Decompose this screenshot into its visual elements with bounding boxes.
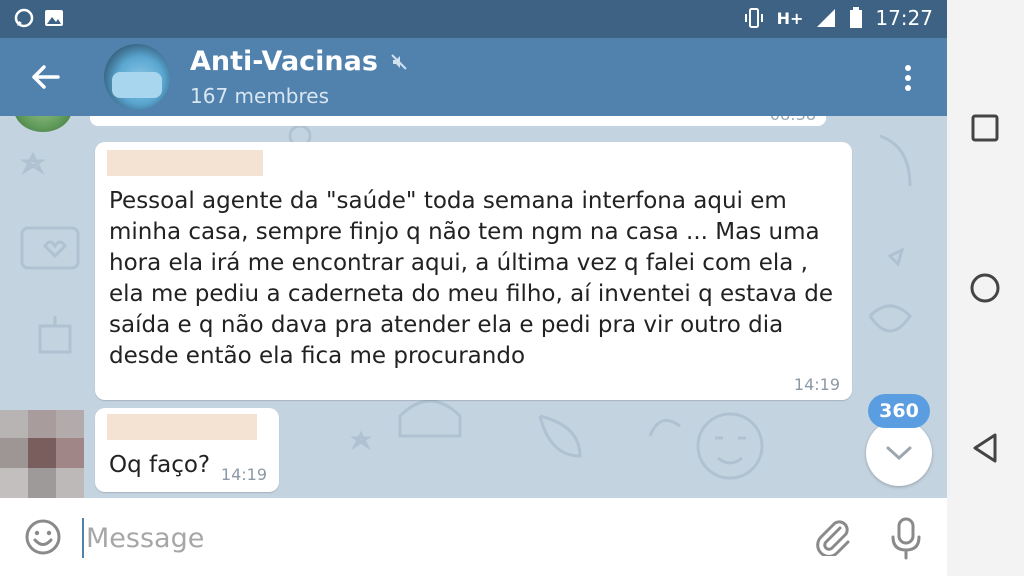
system-nav-bar	[947, 0, 1024, 576]
group-title[interactable]: Anti-Vacinas	[190, 46, 408, 77]
chat-header: Anti-Vacinas 167 membres	[0, 38, 947, 116]
whatsapp-notification-icon	[14, 8, 34, 28]
clock: 17:27	[875, 6, 933, 30]
mute-icon	[391, 53, 407, 70]
chevron-down-icon	[886, 446, 912, 461]
message-time: 14:19	[793, 375, 840, 394]
message-bubble[interactable]: Oq faço? 14:19	[95, 408, 279, 492]
group-avatar[interactable]	[104, 44, 170, 110]
recent-apps-icon[interactable]	[967, 110, 1003, 146]
group-name: Anti-Vacinas	[190, 46, 378, 77]
emoji-icon[interactable]	[24, 518, 62, 556]
microphone-icon[interactable]	[888, 516, 924, 560]
message-time: 14:19	[220, 465, 267, 484]
message-bubble[interactable]: Pessoal agente da "saúde" toda semana in…	[95, 142, 852, 400]
member-count: 167 membres	[190, 84, 330, 108]
previous-message-bubble[interactable]: 08:38	[90, 116, 826, 126]
network-type: H+	[776, 8, 804, 28]
image-notification-icon	[45, 10, 63, 26]
home-icon[interactable]	[967, 270, 1003, 306]
attach-icon[interactable]	[812, 516, 852, 556]
redacted-sender-name	[107, 414, 257, 440]
signal-icon	[817, 9, 836, 27]
status-bar: H+ 17:27	[0, 0, 947, 38]
unread-count-badge: 360	[868, 394, 930, 428]
scroll-down-button[interactable]	[866, 420, 932, 486]
previous-message-time: 08:38	[770, 116, 816, 124]
message-text: Oq faço?	[109, 452, 211, 478]
back-icon[interactable]	[967, 430, 1003, 466]
redacted-sender-name	[107, 150, 263, 176]
more-vertical-icon[interactable]	[896, 62, 920, 96]
battery-icon	[850, 7, 863, 28]
message-input[interactable]	[82, 518, 788, 558]
pixelated-sender-avatar[interactable]	[0, 410, 84, 498]
message-composer	[0, 498, 947, 576]
back-arrow-icon[interactable]	[28, 60, 62, 94]
chat-area[interactable]: 08:38 Pessoal agente da "saúde" toda sem…	[0, 116, 947, 498]
message-text: Pessoal agente da "saúde" toda semana in…	[109, 188, 834, 369]
vibrate-icon	[744, 8, 763, 28]
